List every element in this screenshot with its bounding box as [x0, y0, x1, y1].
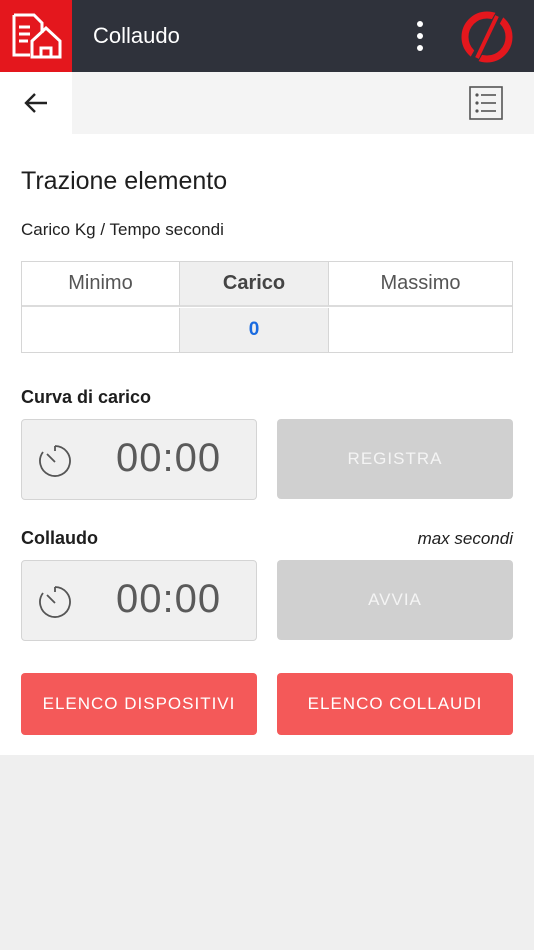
arrow-left-icon	[24, 93, 47, 113]
header-carico: Carico	[179, 262, 329, 307]
list-icon	[469, 86, 503, 120]
timer-icon	[39, 445, 71, 477]
value-minimo	[22, 308, 179, 352]
menu-dot	[417, 33, 423, 39]
timer-icon	[39, 586, 71, 618]
back-button[interactable]	[0, 72, 72, 134]
avvia-button[interactable]: AVVIA	[277, 560, 513, 640]
load-curve-timer: 00:00	[21, 419, 257, 500]
test-label: Collaudo	[21, 528, 98, 548]
more-vertical-icon[interactable]	[410, 18, 430, 54]
value-massimo	[329, 308, 512, 352]
document-house-icon[interactable]	[0, 0, 72, 72]
test-list-button[interactable]: ELENCO COLLAUDI	[277, 673, 513, 735]
brand-logo	[461, 11, 513, 63]
page-title: Collaudo	[93, 23, 180, 48]
registra-button[interactable]: REGISTRA	[277, 419, 513, 499]
load-table: Minimo Carico Massimo 0	[21, 261, 513, 353]
device-list-button[interactable]: ELENCO DISPOSITIVI	[21, 673, 257, 735]
test-time: 00:00	[116, 577, 222, 621]
menu-dot	[417, 21, 423, 27]
app-header: Collaudo	[0, 0, 534, 72]
test-timer: 00:00	[21, 560, 257, 641]
secondary-toolbar	[0, 72, 534, 134]
menu-dot	[417, 45, 423, 51]
main-content: Trazione elemento Carico Kg / Tempo seco…	[0, 134, 534, 755]
header-minimo: Minimo	[22, 262, 179, 307]
section-title: Trazione elemento	[21, 167, 228, 195]
value-carico: 0	[179, 308, 329, 352]
load-curve-label: Curva di carico	[21, 387, 152, 407]
max-seconds-note: max secondi	[417, 529, 513, 548]
load-curve-time: 00:00	[116, 436, 222, 480]
header-massimo: Massimo	[329, 262, 512, 307]
list-button[interactable]	[466, 84, 506, 122]
units-label: Carico Kg / Tempo secondi	[21, 220, 224, 239]
